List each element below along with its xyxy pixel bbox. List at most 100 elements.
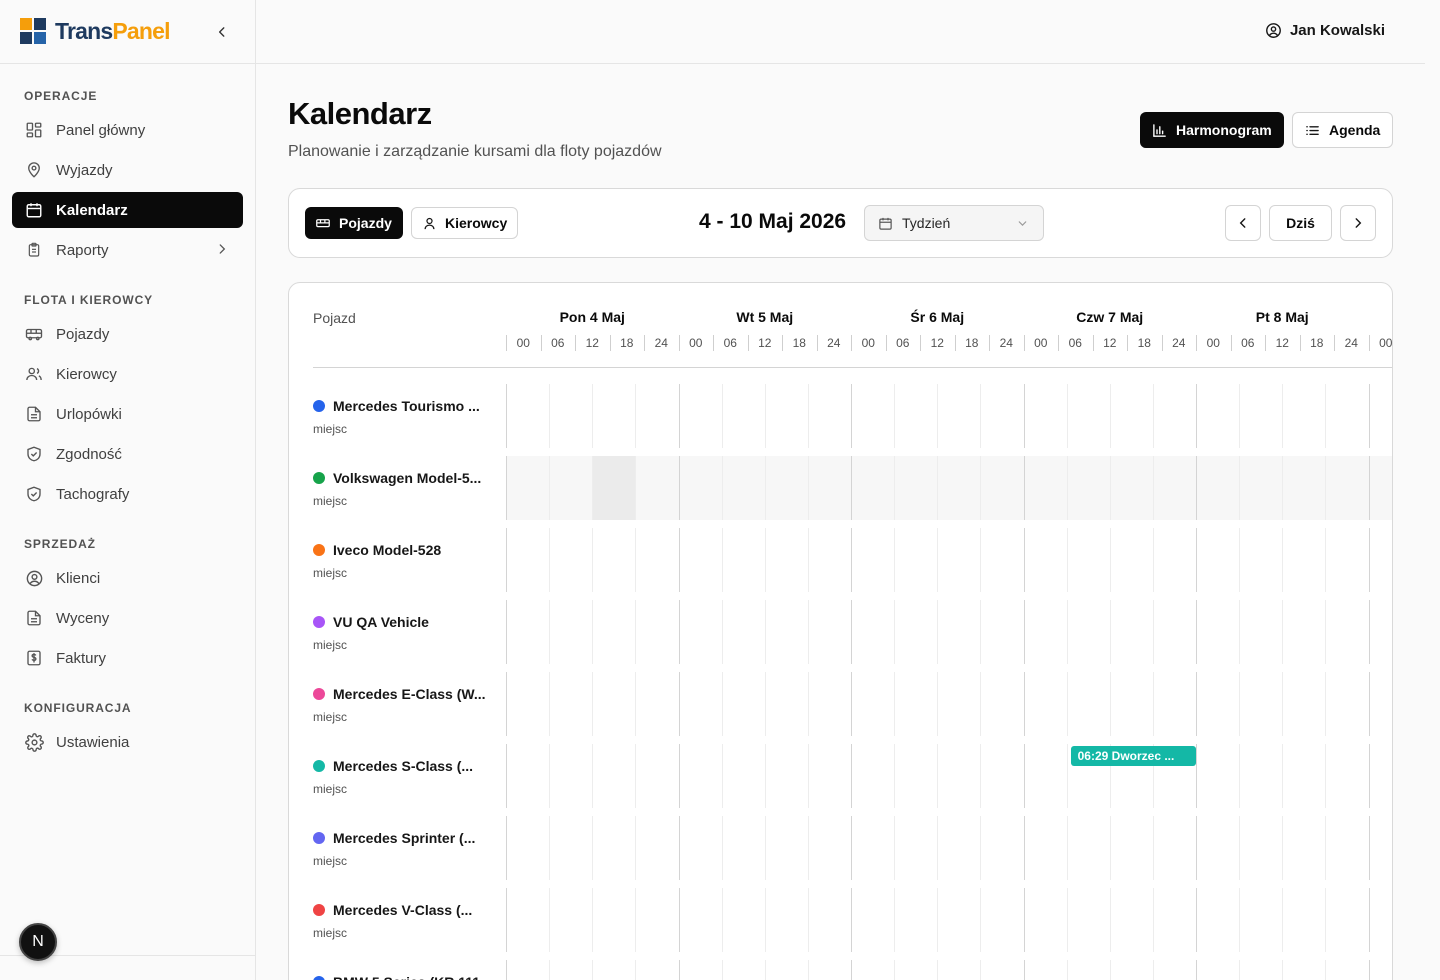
previous-week-button[interactable] bbox=[1225, 205, 1261, 241]
hour-tick bbox=[678, 335, 680, 351]
hour-tick bbox=[920, 335, 921, 351]
hour-grid-line bbox=[937, 456, 939, 520]
day-grid-line bbox=[1196, 456, 1197, 520]
hour-tick bbox=[747, 335, 749, 351]
hour-grid-line bbox=[721, 528, 723, 592]
sidebar-item-panel[interactable]: Panel główny bbox=[12, 112, 243, 148]
hour-label: 24 bbox=[827, 336, 841, 350]
hour-grid-line bbox=[1239, 456, 1241, 520]
collapse-sidebar-button[interactable] bbox=[212, 22, 232, 42]
hour-grid-line bbox=[549, 528, 551, 592]
hour-grid-line bbox=[1325, 816, 1327, 880]
user-icon bbox=[422, 216, 437, 231]
day-grid-line bbox=[506, 384, 507, 448]
hour-label: 00 bbox=[1379, 336, 1393, 350]
next-week-button[interactable] bbox=[1340, 205, 1376, 241]
hour-grid-line bbox=[1066, 960, 1068, 980]
hour-grid-line bbox=[1239, 960, 1241, 980]
hour-grid-line bbox=[1282, 528, 1284, 592]
sidebar-item-kalendarz[interactable]: Kalendarz bbox=[12, 192, 243, 228]
agenda-view-button[interactable]: Agenda bbox=[1292, 112, 1393, 148]
drivers-toggle-button[interactable]: Kierowcy bbox=[411, 207, 518, 239]
hour-tick bbox=[1161, 335, 1163, 351]
highlighted-cell bbox=[592, 456, 636, 520]
day-grid-line bbox=[678, 456, 680, 520]
hour-label: 24 bbox=[654, 336, 668, 350]
hour-grid-line bbox=[937, 888, 939, 952]
chevron-left-icon bbox=[1239, 218, 1246, 228]
vehicle-row-name[interactable]: Mercedes V-Class (... bbox=[313, 902, 472, 918]
hour-tick bbox=[575, 335, 576, 351]
today-button[interactable]: Dziś bbox=[1269, 205, 1332, 241]
hour-grid-line bbox=[894, 384, 896, 448]
hour-grid-line bbox=[764, 384, 766, 448]
hour-grid-line bbox=[592, 384, 594, 448]
sidebar-item-zgodnosc[interactable]: Zgodność bbox=[12, 436, 243, 472]
hour-grid-line bbox=[807, 960, 809, 980]
sidebar-item-klienci[interactable]: Klienci bbox=[12, 560, 243, 596]
vehicle-row-name[interactable]: Volkswagen Model-5... bbox=[313, 470, 481, 486]
hour-grid-line bbox=[721, 960, 723, 980]
vehicle-name-text: BMW 5 Series (KR 111... bbox=[333, 974, 492, 980]
vehicle-color-dot bbox=[313, 472, 325, 484]
hour-grid-line bbox=[1239, 600, 1241, 664]
hour-grid-line bbox=[937, 744, 939, 808]
hour-grid-line bbox=[1282, 600, 1284, 664]
vehicle-row-name[interactable]: Mercedes E-Class (W... bbox=[313, 686, 486, 702]
sidebar-item-wyceny[interactable]: Wyceny bbox=[12, 600, 243, 636]
vehicle-row-name[interactable]: Mercedes Sprinter (... bbox=[313, 830, 475, 846]
sidebar-item-kierowcy[interactable]: Kierowcy bbox=[12, 356, 243, 392]
hour-tick bbox=[1265, 335, 1266, 351]
dev-tools-badge[interactable]: N bbox=[19, 923, 57, 961]
sidebar-item-tachografy[interactable]: Tachografy bbox=[12, 476, 243, 512]
hour-tick bbox=[885, 335, 887, 351]
vehicle-name-text: Iveco Model-528 bbox=[333, 542, 442, 558]
hour-tick bbox=[954, 335, 956, 351]
hour-label: 18 bbox=[792, 336, 806, 350]
hour-label: 12 bbox=[585, 336, 599, 350]
day-grid-line bbox=[678, 744, 680, 808]
hour-grid-line bbox=[764, 816, 766, 880]
sidebar-item-raporty[interactable]: Raporty bbox=[12, 232, 243, 268]
hour-tick bbox=[1092, 335, 1094, 351]
hour-label: 06 bbox=[1241, 336, 1255, 350]
sidebar-item-faktury[interactable]: Faktury bbox=[12, 640, 243, 676]
calendar-event[interactable]: 06:29 Dworzec ... bbox=[1070, 746, 1196, 766]
hour-tick bbox=[713, 335, 714, 351]
hour-grid-line bbox=[1325, 744, 1327, 808]
hour-grid-line bbox=[1325, 600, 1327, 664]
vehicle-row-name[interactable]: VU QA Vehicle bbox=[313, 614, 429, 630]
vehicle-row-name[interactable]: Mercedes Tourismo ... bbox=[313, 398, 480, 414]
hour-tick bbox=[540, 335, 542, 351]
vehicle-color-dot bbox=[313, 616, 325, 628]
hour-tick bbox=[1230, 335, 1232, 351]
day-grid-line bbox=[1368, 528, 1370, 592]
hour-tick bbox=[782, 335, 783, 351]
hour-grid-line bbox=[980, 672, 982, 736]
vehicle-row-name[interactable]: Iveco Model-528 bbox=[313, 542, 441, 558]
sidebar-item-pojazdy[interactable]: Pojazdy bbox=[12, 316, 243, 352]
vehicles-toggle-button[interactable]: Pojazdy bbox=[305, 207, 403, 239]
page-subtitle: Planowanie i zarządzanie kursami dla flo… bbox=[288, 143, 662, 160]
hour-grid-line bbox=[592, 744, 594, 808]
hour-grid-line bbox=[807, 456, 809, 520]
day-grid-line bbox=[1368, 816, 1370, 880]
hour-grid-line bbox=[980, 456, 982, 520]
harmonogram-view-button[interactable]: Harmonogram bbox=[1140, 112, 1284, 148]
hour-grid-line bbox=[721, 672, 723, 736]
hour-grid-line bbox=[1066, 672, 1068, 736]
vehicle-row-name[interactable]: BMW 5 Series (KR 111... bbox=[313, 974, 492, 980]
hour-grid-line bbox=[807, 672, 809, 736]
hour-grid-line bbox=[894, 816, 896, 880]
hour-grid-line bbox=[1152, 816, 1154, 880]
vehicle-color-dot bbox=[313, 688, 325, 700]
sidebar-item-ustawienia[interactable]: Ustawienia bbox=[12, 724, 243, 760]
sidebar-item-urlopowki[interactable]: Urlopówki bbox=[12, 396, 243, 432]
vehicle-name-text: Mercedes V-Class (... bbox=[333, 902, 473, 918]
sidebar-item-wyjazdy[interactable]: Wyjazdy bbox=[12, 152, 243, 188]
hour-grid-line bbox=[764, 960, 766, 980]
period-select[interactable]: Tydzień bbox=[864, 205, 1044, 241]
user-menu[interactable]: Jan Kowalski bbox=[1265, 22, 1385, 39]
vehicle-row-name[interactable]: Mercedes S-Class (... bbox=[313, 758, 473, 774]
chevron-left-icon bbox=[218, 27, 225, 37]
